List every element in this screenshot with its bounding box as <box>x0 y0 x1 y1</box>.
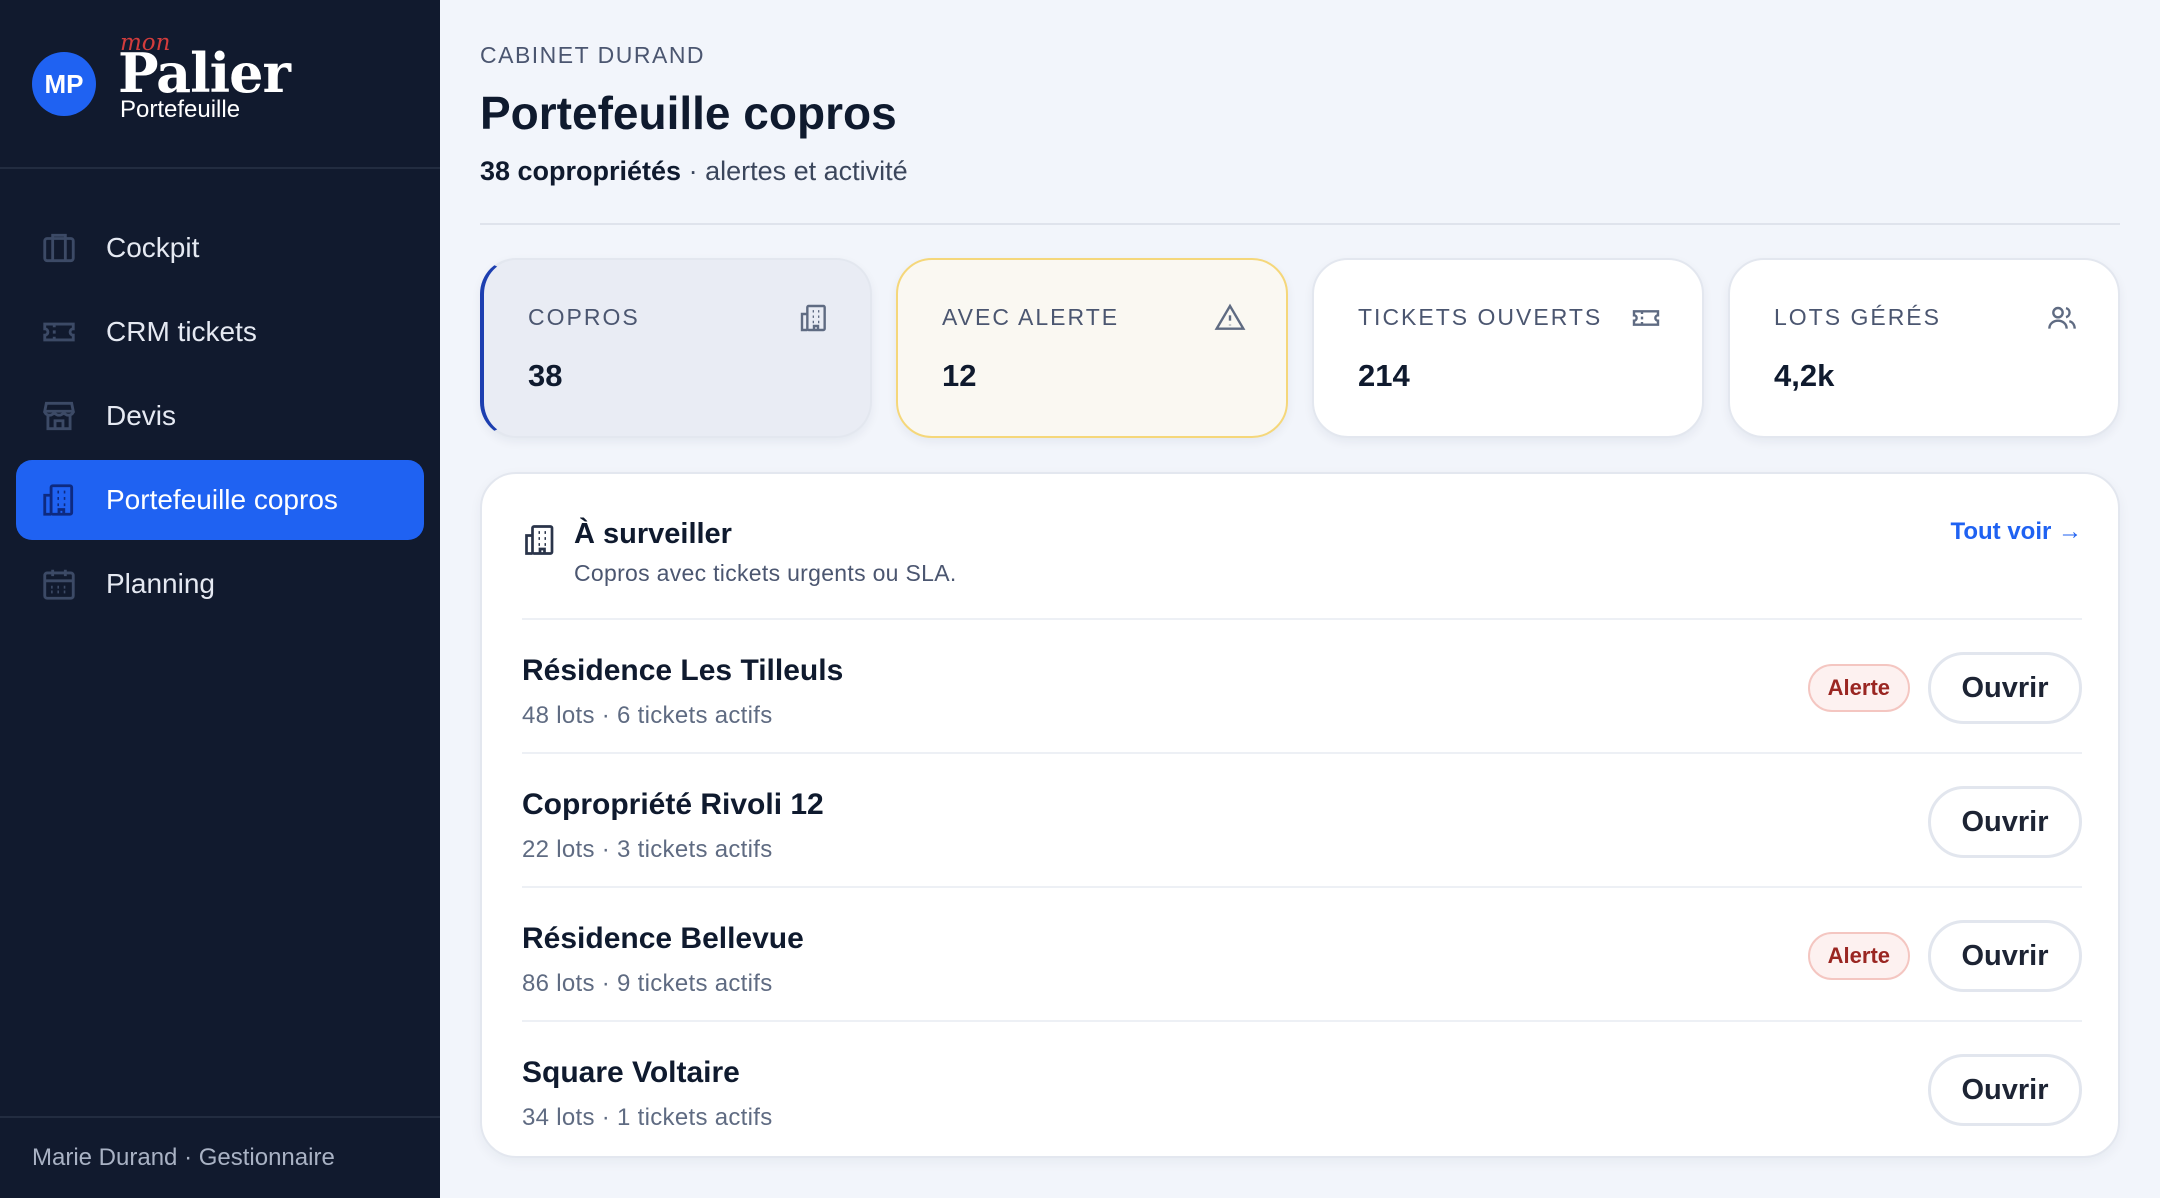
user-info[interactable]: Marie Durand · Gestionnaire <box>0 1116 440 1198</box>
building-icon <box>40 481 78 519</box>
list-item[interactable]: Résidence Bellevue 86 lots · 9 tickets a… <box>522 888 2082 1022</box>
sidebar-item-crm-tickets[interactable]: CRM tickets <box>16 292 424 372</box>
store-icon <box>40 397 78 435</box>
copro-list: Résidence Les Tilleuls 48 lots · 6 ticke… <box>522 620 2082 1156</box>
copro-name: Copropriété Rivoli 12 <box>522 788 824 821</box>
panel-title: À surveiller <box>574 518 732 550</box>
breadcrumb: CABINET DURAND <box>480 42 706 68</box>
copro-name: Square Voltaire <box>522 1056 740 1089</box>
stat-value: 12 <box>942 358 977 393</box>
panel-header: À surveiller Copros avec tickets urgents… <box>522 514 2082 620</box>
avatar[interactable]: MP <box>32 52 96 116</box>
stat-value: 38 <box>528 358 563 393</box>
stat-card-copros[interactable]: COPROS 38 <box>480 258 872 438</box>
main-content: CABINET DURAND Portefeuille copros 38 co… <box>480 0 2120 1198</box>
brand-logo: Palier <box>118 41 291 105</box>
stat-label: COPROS <box>528 304 640 330</box>
alert-badge: Alerte <box>1807 932 1910 980</box>
sidebar-item-label: Portefeuille copros <box>106 484 338 515</box>
ticket-icon <box>40 313 78 351</box>
see-all-link[interactable]: Tout voir → <box>1950 518 2082 546</box>
sidebar-nav: Cockpit CRM tickets Devis Portefeuille c… <box>16 208 424 628</box>
building-icon <box>798 302 830 334</box>
page-title: Portefeuille copros <box>480 87 897 139</box>
stats-row: COPROS 38 AVEC ALERTE 12 TICKETS OUVERTS… <box>480 258 2120 438</box>
sidebar-item-portefeuille-copros[interactable]: Portefeuille copros <box>16 460 424 540</box>
building-icon <box>522 522 558 558</box>
brand-subtitle: Portefeuille <box>120 96 241 123</box>
stat-card-tickets-ouverts[interactable]: TICKETS OUVERTS 214 <box>1312 258 1704 438</box>
sidebar-item-label: Devis <box>106 400 177 431</box>
stat-label: AVEC ALERTE <box>942 304 1120 330</box>
calendar-icon <box>40 565 78 603</box>
copro-meta: 34 lots · 1 tickets actifs <box>522 1104 773 1131</box>
stat-label: LOTS GÉRÉS <box>1774 304 1941 330</box>
copro-name: Résidence Les Tilleuls <box>522 654 844 687</box>
warning-icon <box>1214 302 1246 334</box>
open-button[interactable]: Ouvrir <box>1928 652 2082 724</box>
open-button[interactable]: Ouvrir <box>1928 920 2082 992</box>
subtitle-text: · alertes et activité <box>681 156 908 186</box>
users-icon <box>2046 302 2078 334</box>
list-item[interactable]: Copropriété Rivoli 12 22 lots · 3 ticket… <box>522 754 2082 888</box>
list-item[interactable]: Résidence Les Tilleuls 48 lots · 6 ticke… <box>522 620 2082 754</box>
stat-card-avec-alerte[interactable]: AVEC ALERTE 12 <box>896 258 1288 438</box>
page-subtitle: 38 copropriétés · alertes et activité <box>480 156 908 187</box>
watchlist-panel: À surveiller Copros avec tickets urgents… <box>480 472 2120 1158</box>
stat-value: 214 <box>1358 358 1410 393</box>
sidebar-item-label: CRM tickets <box>106 316 257 347</box>
list-item[interactable]: Square Voltaire 34 lots · 1 tickets acti… <box>522 1022 2082 1156</box>
sidebar-item-devis[interactable]: Devis <box>16 376 424 456</box>
stat-value: 4,2k <box>1774 358 1835 393</box>
sidebar-item-planning[interactable]: Planning <box>16 544 424 624</box>
sidebar-item-label: Planning <box>106 568 215 599</box>
briefcase-icon <box>40 229 78 267</box>
sidebar-item-label: Cockpit <box>106 232 200 263</box>
brand-header: MP mon Palier Portefeuille <box>0 0 440 169</box>
stat-card-lots-geres[interactable]: LOTS GÉRÉS 4,2k <box>1728 258 2120 438</box>
stat-label: TICKETS OUVERTS <box>1358 304 1603 330</box>
open-button[interactable]: Ouvrir <box>1928 1054 2082 1126</box>
panel-subtitle: Copros avec tickets urgents ou SLA. <box>574 560 957 586</box>
alert-badge: Alerte <box>1807 664 1910 712</box>
copro-meta: 22 lots · 3 tickets actifs <box>522 836 773 863</box>
ticket-icon <box>1630 302 1662 334</box>
open-button[interactable]: Ouvrir <box>1928 786 2082 858</box>
copro-meta: 48 lots · 6 tickets actifs <box>522 702 773 729</box>
sidebar: MP mon Palier Portefeuille Cockpit CRM t… <box>0 0 440 1198</box>
sidebar-item-cockpit[interactable]: Cockpit <box>16 208 424 288</box>
copro-name: Résidence Bellevue <box>522 922 804 955</box>
copro-count: 38 copropriétés <box>480 156 682 186</box>
divider <box>480 223 2120 225</box>
copro-meta: 86 lots · 9 tickets actifs <box>522 970 773 997</box>
